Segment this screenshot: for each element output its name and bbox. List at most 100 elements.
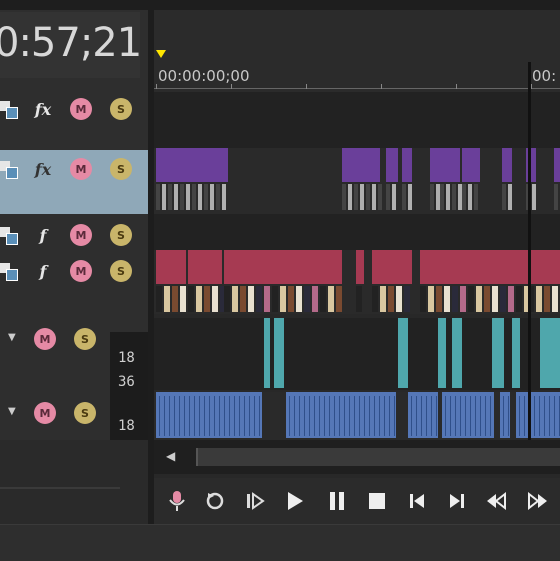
waveform-line[interactable] <box>159 396 160 436</box>
purple-video-clip[interactable] <box>156 148 228 182</box>
waveform-line[interactable] <box>234 396 235 436</box>
red-video-clip[interactable] <box>528 250 560 284</box>
pause-icon[interactable] <box>322 487 352 515</box>
clip-thumbnail[interactable] <box>256 286 262 312</box>
waveform-line[interactable] <box>334 396 335 436</box>
waveform-line[interactable] <box>431 396 432 436</box>
waveform-line[interactable] <box>209 396 210 436</box>
red-video-clip[interactable] <box>188 250 222 284</box>
clip-thumbnail[interactable] <box>204 184 208 210</box>
track-fx-icon[interactable]: f <box>32 224 54 246</box>
clip-thumbnail[interactable] <box>188 286 194 312</box>
clip-thumbnail[interactable] <box>366 184 370 210</box>
waveform-line[interactable] <box>224 396 225 436</box>
compositing-icon[interactable] <box>0 98 22 120</box>
fast-forward-icon[interactable] <box>522 487 552 515</box>
clip-thumbnail[interactable] <box>210 184 214 210</box>
waveform-line[interactable] <box>184 396 185 436</box>
waveform-line[interactable] <box>524 396 525 436</box>
clip-thumbnail[interactable] <box>408 184 412 210</box>
clip-thumbnail[interactable] <box>360 184 364 210</box>
clip-thumbnail[interactable] <box>180 286 186 312</box>
mute-icon[interactable]: M <box>34 402 56 424</box>
waveform-line[interactable] <box>229 396 230 436</box>
clip-thumbnail[interactable] <box>554 184 558 210</box>
purple-video-clip[interactable] <box>554 148 560 182</box>
clip-thumbnail[interactable] <box>164 286 170 312</box>
stop-icon[interactable] <box>362 487 392 515</box>
clip-thumbnail[interactable] <box>288 286 294 312</box>
clip-thumbnail[interactable] <box>536 286 542 312</box>
clip-thumbnail[interactable] <box>386 184 390 210</box>
waveform-line[interactable] <box>445 396 446 436</box>
compositing-icon[interactable] <box>0 224 22 246</box>
waveform-line[interactable] <box>289 396 290 436</box>
solo-icon[interactable]: S <box>110 260 132 282</box>
clip-thumbnail[interactable] <box>168 184 172 210</box>
clip-thumbnail[interactable] <box>354 184 358 210</box>
track-header-1[interactable]: fx M S <box>0 94 148 148</box>
clip-thumbnail[interactable] <box>508 286 514 312</box>
red-video-clip[interactable] <box>372 250 412 284</box>
purple-video-clip[interactable] <box>430 148 440 182</box>
clip-thumbnail[interactable] <box>462 184 466 210</box>
waveform-line[interactable] <box>436 396 437 436</box>
waveform-line[interactable] <box>324 396 325 436</box>
clip-thumbnail[interactable] <box>240 286 246 312</box>
solo-icon[interactable]: S <box>110 98 132 120</box>
playhead-line[interactable] <box>528 62 531 442</box>
waveform-line[interactable] <box>465 396 466 436</box>
chevron-down-icon[interactable]: ▼ <box>8 332 16 343</box>
track-fx-icon[interactable]: f <box>32 260 54 282</box>
fx-icon[interactable]: fx <box>32 98 54 120</box>
play-icon[interactable] <box>280 487 310 515</box>
clip-thumbnail[interactable] <box>320 286 326 312</box>
clip-thumbnail[interactable] <box>402 184 406 210</box>
waveform-line[interactable] <box>299 396 300 436</box>
scroll-thumb[interactable] <box>196 448 560 466</box>
audio-clip[interactable] <box>264 318 270 388</box>
clip-thumbnail[interactable] <box>502 184 506 210</box>
waveform-line[interactable] <box>359 396 360 436</box>
waveform-line[interactable] <box>219 396 220 436</box>
clip-thumbnail[interactable] <box>312 286 318 312</box>
mute-icon[interactable]: M <box>70 158 92 180</box>
clip-thumbnail[interactable] <box>280 286 286 312</box>
audio-clip[interactable] <box>512 318 520 388</box>
waveform-line[interactable] <box>344 396 345 436</box>
red-video-clip[interactable] <box>420 250 528 284</box>
solo-icon[interactable]: S <box>110 224 132 246</box>
playhead-marker-icon[interactable] <box>156 50 166 58</box>
clip-thumbnail[interactable] <box>436 286 442 312</box>
clip-thumbnail[interactable] <box>444 286 450 312</box>
audio-clip[interactable] <box>438 318 446 388</box>
clip-thumbnail[interactable] <box>446 184 450 210</box>
waveform-line[interactable] <box>244 396 245 436</box>
waveform-line[interactable] <box>294 396 295 436</box>
waveform-line[interactable] <box>189 396 190 436</box>
waveform-line[interactable] <box>249 396 250 436</box>
waveform-line[interactable] <box>480 396 481 436</box>
mute-icon[interactable]: M <box>70 260 92 282</box>
chevron-down-icon[interactable]: ▼ <box>8 406 16 417</box>
clip-thumbnail[interactable] <box>404 286 410 312</box>
waveform-line[interactable] <box>539 396 540 436</box>
waveform-line[interactable] <box>544 396 545 436</box>
clip-thumbnail[interactable] <box>248 286 254 312</box>
timeline-lane-1[interactable] <box>154 92 560 148</box>
clip-thumbnail[interactable] <box>420 286 426 312</box>
clip-thumbnail[interactable] <box>356 286 362 312</box>
waveform-line[interactable] <box>503 396 504 436</box>
waveform-line[interactable] <box>349 396 350 436</box>
clip-thumbnail[interactable] <box>212 286 218 312</box>
waveform-line[interactable] <box>485 396 486 436</box>
waveform-line[interactable] <box>179 396 180 436</box>
clip-thumbnail[interactable] <box>380 286 386 312</box>
clip-thumbnail[interactable] <box>156 286 162 312</box>
waveform-line[interactable] <box>174 396 175 436</box>
clip-thumbnail[interactable] <box>216 184 220 210</box>
clip-thumbnail[interactable] <box>500 286 506 312</box>
audio-clip[interactable] <box>274 318 284 388</box>
red-video-clip[interactable] <box>356 250 364 284</box>
loop-icon[interactable] <box>200 487 230 515</box>
